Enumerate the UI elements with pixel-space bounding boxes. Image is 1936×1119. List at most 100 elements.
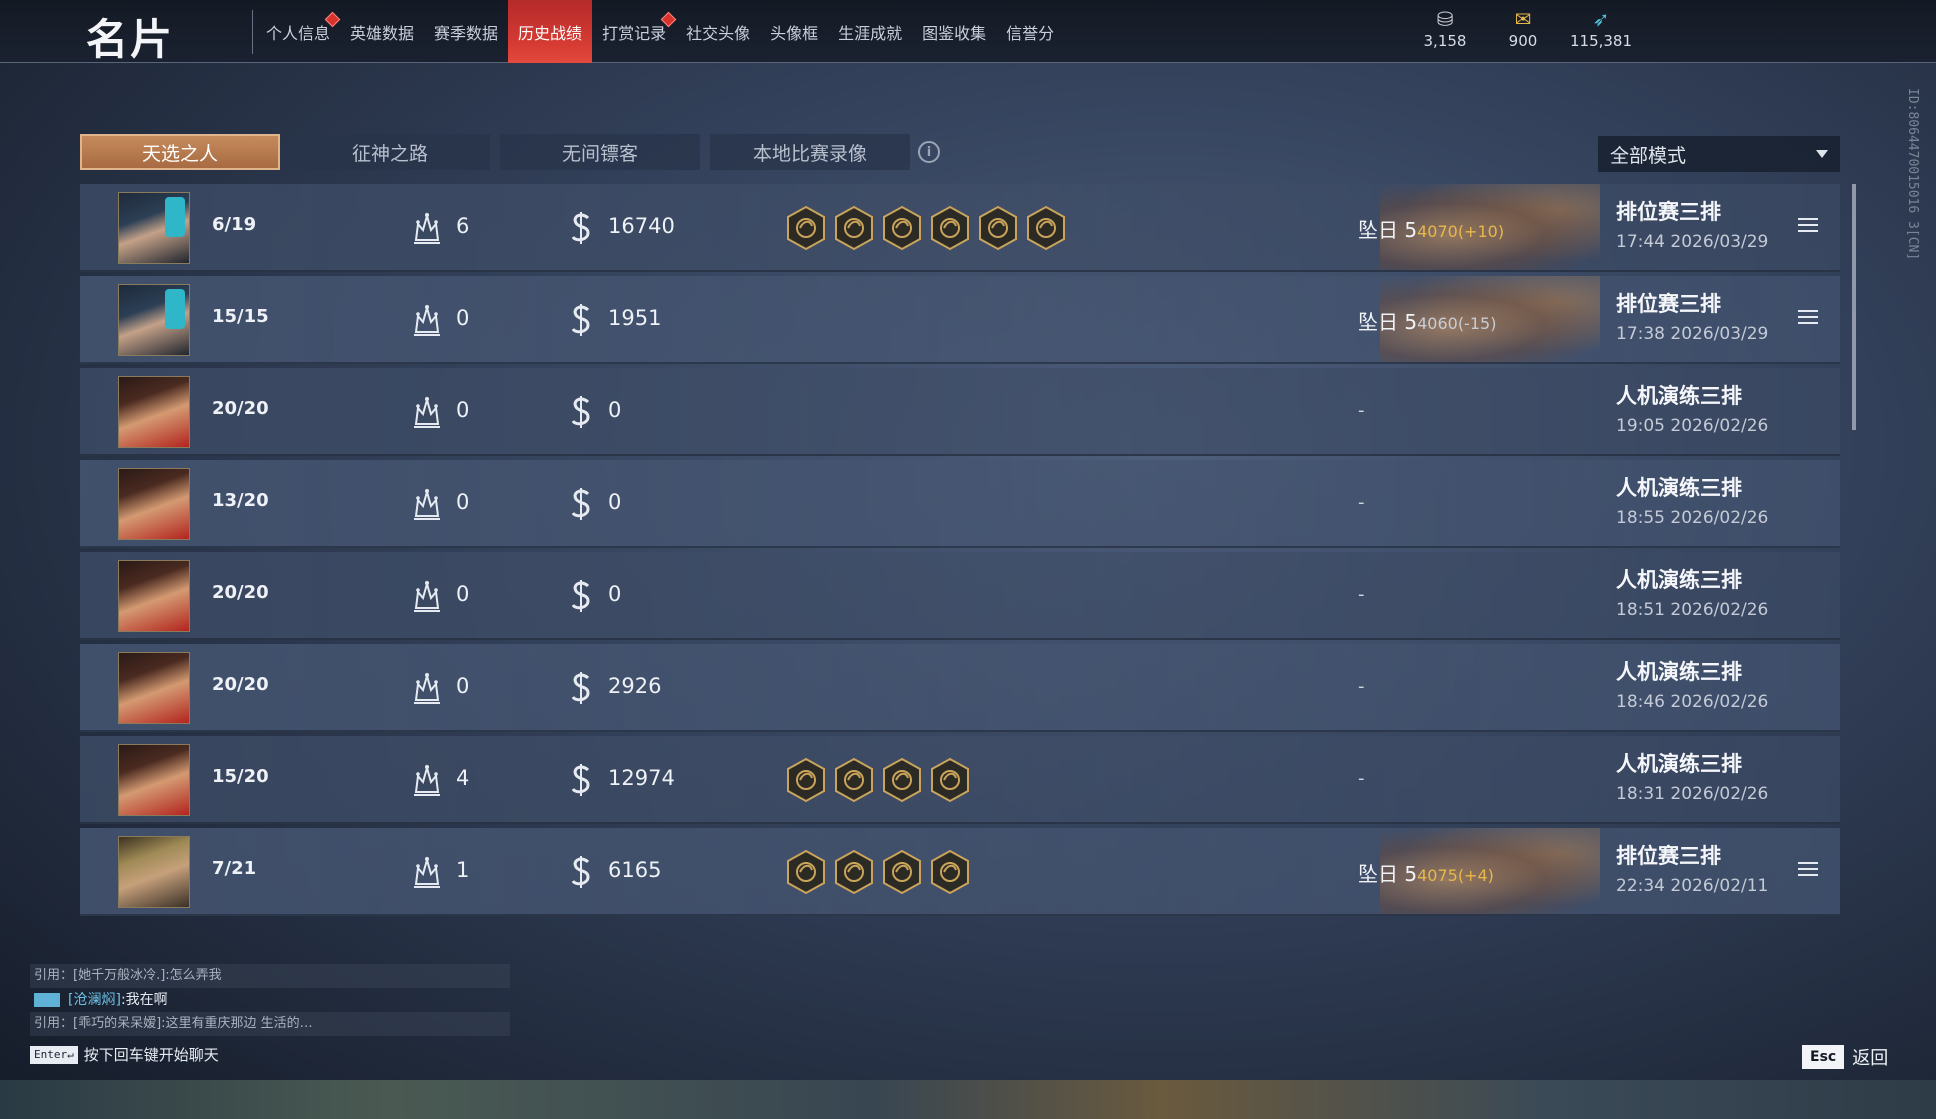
match-row[interactable]: 15/20 4 12974 - 人机演练三排 18:31 2026/02/26: [80, 736, 1840, 824]
scenery-strip: [0, 1080, 1936, 1119]
match-rank: 20/20: [212, 398, 269, 419]
nav-item-7[interactable]: 生涯成就: [828, 0, 912, 63]
kill-count: 6: [456, 214, 470, 238]
nav-item-3[interactable]: 历史战绩: [508, 0, 593, 63]
coin-icon: [568, 210, 594, 246]
rank-empty: -: [1358, 676, 1365, 697]
title-divider: [252, 10, 253, 54]
crown-icon: [410, 486, 444, 522]
match-time: 18:55 2026/02/26: [1616, 508, 1769, 528]
kill-count: 0: [456, 398, 470, 422]
nav-item-9[interactable]: 信誉分: [996, 0, 1064, 63]
swirl-badge-icon: [930, 205, 970, 251]
badge-list: [786, 205, 1066, 251]
tab-3[interactable]: 本地比赛录像: [710, 134, 910, 170]
nav-item-0[interactable]: 个人信息: [256, 0, 341, 63]
crown-icon: [410, 670, 444, 706]
hero-avatar: [118, 744, 190, 816]
feather-icon: ➶: [1592, 7, 1610, 31]
rank-tier: 坠日 54060(-15): [1358, 306, 1496, 335]
gold-ingot-icon: ⛁: [1436, 7, 1454, 31]
tab-2[interactable]: 无间镖客: [500, 134, 700, 170]
coin-icon: [568, 486, 594, 522]
chat-hint[interactable]: Enter↵ 按下回车键开始聊天: [30, 1044, 219, 1065]
match-row[interactable]: 20/20 0 0 - 人机演练三排 19:05 2026/02/26: [80, 368, 1840, 456]
list-scrollbar[interactable]: [1852, 184, 1856, 430]
coin-icon: [568, 578, 594, 614]
coin-count: 2926: [608, 674, 662, 698]
currency-value: 115,381: [1569, 32, 1633, 50]
nav-item-5[interactable]: 社交头像: [676, 0, 760, 63]
match-mode: 排位赛三排: [1616, 292, 1721, 316]
nav-item-8[interactable]: 图鉴收集: [912, 0, 996, 63]
match-time: 18:51 2026/02/26: [1616, 600, 1769, 620]
rank-tier-name: 坠日 5: [1358, 862, 1418, 886]
player-id: ID:8064470015016 3[CN]: [1905, 88, 1920, 261]
chat-hint-text: 按下回车键开始聊天: [83, 1046, 219, 1064]
match-mode: 人机演练三排: [1616, 476, 1742, 500]
match-row[interactable]: 6/19 6 16740 坠日 54070(+10) 排位赛三排 17:44 2026/0…: [80, 184, 1840, 272]
match-mode: 人机演练三排: [1616, 568, 1742, 592]
chat-text: 引用：[乖巧的呆呆嫒]:这里有重庆那边 生活的…: [34, 1016, 313, 1031]
mode-dropdown[interactable]: 全部模式: [1598, 136, 1840, 172]
list-detail-icon[interactable]: [1798, 862, 1818, 878]
kill-count: 1: [456, 858, 470, 882]
rank-score: 4070(+10): [1417, 222, 1505, 241]
match-tabs: 天选之人 征神之路 无间镖客 本地比赛录像: [80, 134, 910, 170]
dragon-badge-icon: [882, 849, 922, 895]
match-mode: 人机演练三排: [1616, 660, 1742, 684]
dragon-badge-icon: [882, 205, 922, 251]
match-rank: 7/21: [212, 858, 257, 879]
nav-item-2[interactable]: 赛季数据: [424, 0, 508, 63]
match-row[interactable]: 20/20 0 0 - 人机演练三排 18:51 2026/02/26: [80, 552, 1840, 640]
trident-badge-icon: [882, 757, 922, 803]
match-rank: 6/19: [212, 214, 257, 235]
match-time: 22:34 2026/02/11: [1616, 876, 1769, 896]
chat-panel: 引用：[她千万般冰冷.]:怎么弄我 [沧澜焖]:我在啊引用：[乖巧的呆呆嫒]:这里…: [30, 964, 510, 1036]
tab-1[interactable]: 征神之路: [290, 134, 490, 170]
hero-avatar: [118, 468, 190, 540]
match-row[interactable]: 13/20 0 0 - 人机演练三排 18:55 2026/02/26: [80, 460, 1840, 548]
nav-item-4[interactable]: 打赏记录: [592, 0, 677, 63]
list-detail-icon[interactable]: [1798, 310, 1818, 326]
coin-icon: [568, 762, 594, 798]
coin-count: 1951: [608, 306, 662, 330]
currency-item: ⛁ 3,158: [1420, 8, 1470, 50]
back-label: 返回: [1852, 1048, 1889, 1069]
beast-badge-icon: [786, 205, 826, 251]
crown-icon: [410, 578, 444, 614]
treasure-icon: ✉: [1514, 7, 1532, 31]
nav-item-label: 历史战绩: [518, 23, 583, 43]
chat-text: 引用：[她千万般冰冷.]:怎么弄我: [34, 968, 222, 983]
chat-sender[interactable]: [沧澜焖]: [68, 992, 121, 1008]
back-button[interactable]: Esc 返回: [1802, 1044, 1888, 1070]
info-icon[interactable]: i: [918, 141, 940, 163]
dragon-badge-icon: [930, 757, 970, 803]
nav-bar: 个人信息 英雄数据 赛季数据 历史战绩 打赏记录 社交头像 头像框 生涯成就 图鉴收集 信誉分: [256, 0, 1064, 63]
swirl-badge-icon: [834, 757, 874, 803]
currency-bar: ⛁ 3,158 ✉ 900 ➶ 115,381: [1420, 7, 1633, 50]
page-title: 名片: [86, 15, 175, 64]
serpent-badge-icon: [834, 205, 874, 251]
match-time: 18:31 2026/02/26: [1616, 784, 1769, 804]
kill-count: 0: [456, 490, 470, 514]
nav-item-label: 信誉分: [1006, 23, 1055, 43]
rank-empty: -: [1358, 768, 1365, 789]
chat-line: [沧澜焖]:我在啊: [30, 988, 510, 1012]
match-row[interactable]: 15/15 0 1951 坠日 54060(-15) 排位赛三排 17:38 2026/0…: [80, 276, 1840, 364]
esc-key-icon: Esc: [1802, 1045, 1845, 1069]
match-row[interactable]: 20/20 0 2926 - 人机演练三排 18:46 2026/02/26: [80, 644, 1840, 732]
nav-item-6[interactable]: 头像框: [760, 0, 828, 63]
tab-0[interactable]: 天选之人: [80, 134, 280, 170]
nav-item-1[interactable]: 英雄数据: [340, 0, 424, 63]
coin-icon: [568, 394, 594, 430]
nav-item-label: 头像框: [770, 23, 819, 43]
nav-item-label: 社交头像: [686, 23, 751, 43]
list-detail-icon[interactable]: [1798, 218, 1818, 234]
coin-icon: [568, 670, 594, 706]
match-mode: 人机演练三排: [1616, 752, 1742, 776]
match-mode: 排位赛三排: [1616, 844, 1721, 868]
match-row[interactable]: 7/21 1 6165 坠日 54075(+4) 排位赛三排 22:34 2026/02/…: [80, 828, 1840, 916]
badge-list: [786, 849, 970, 895]
nav-item-label: 赛季数据: [434, 23, 499, 43]
